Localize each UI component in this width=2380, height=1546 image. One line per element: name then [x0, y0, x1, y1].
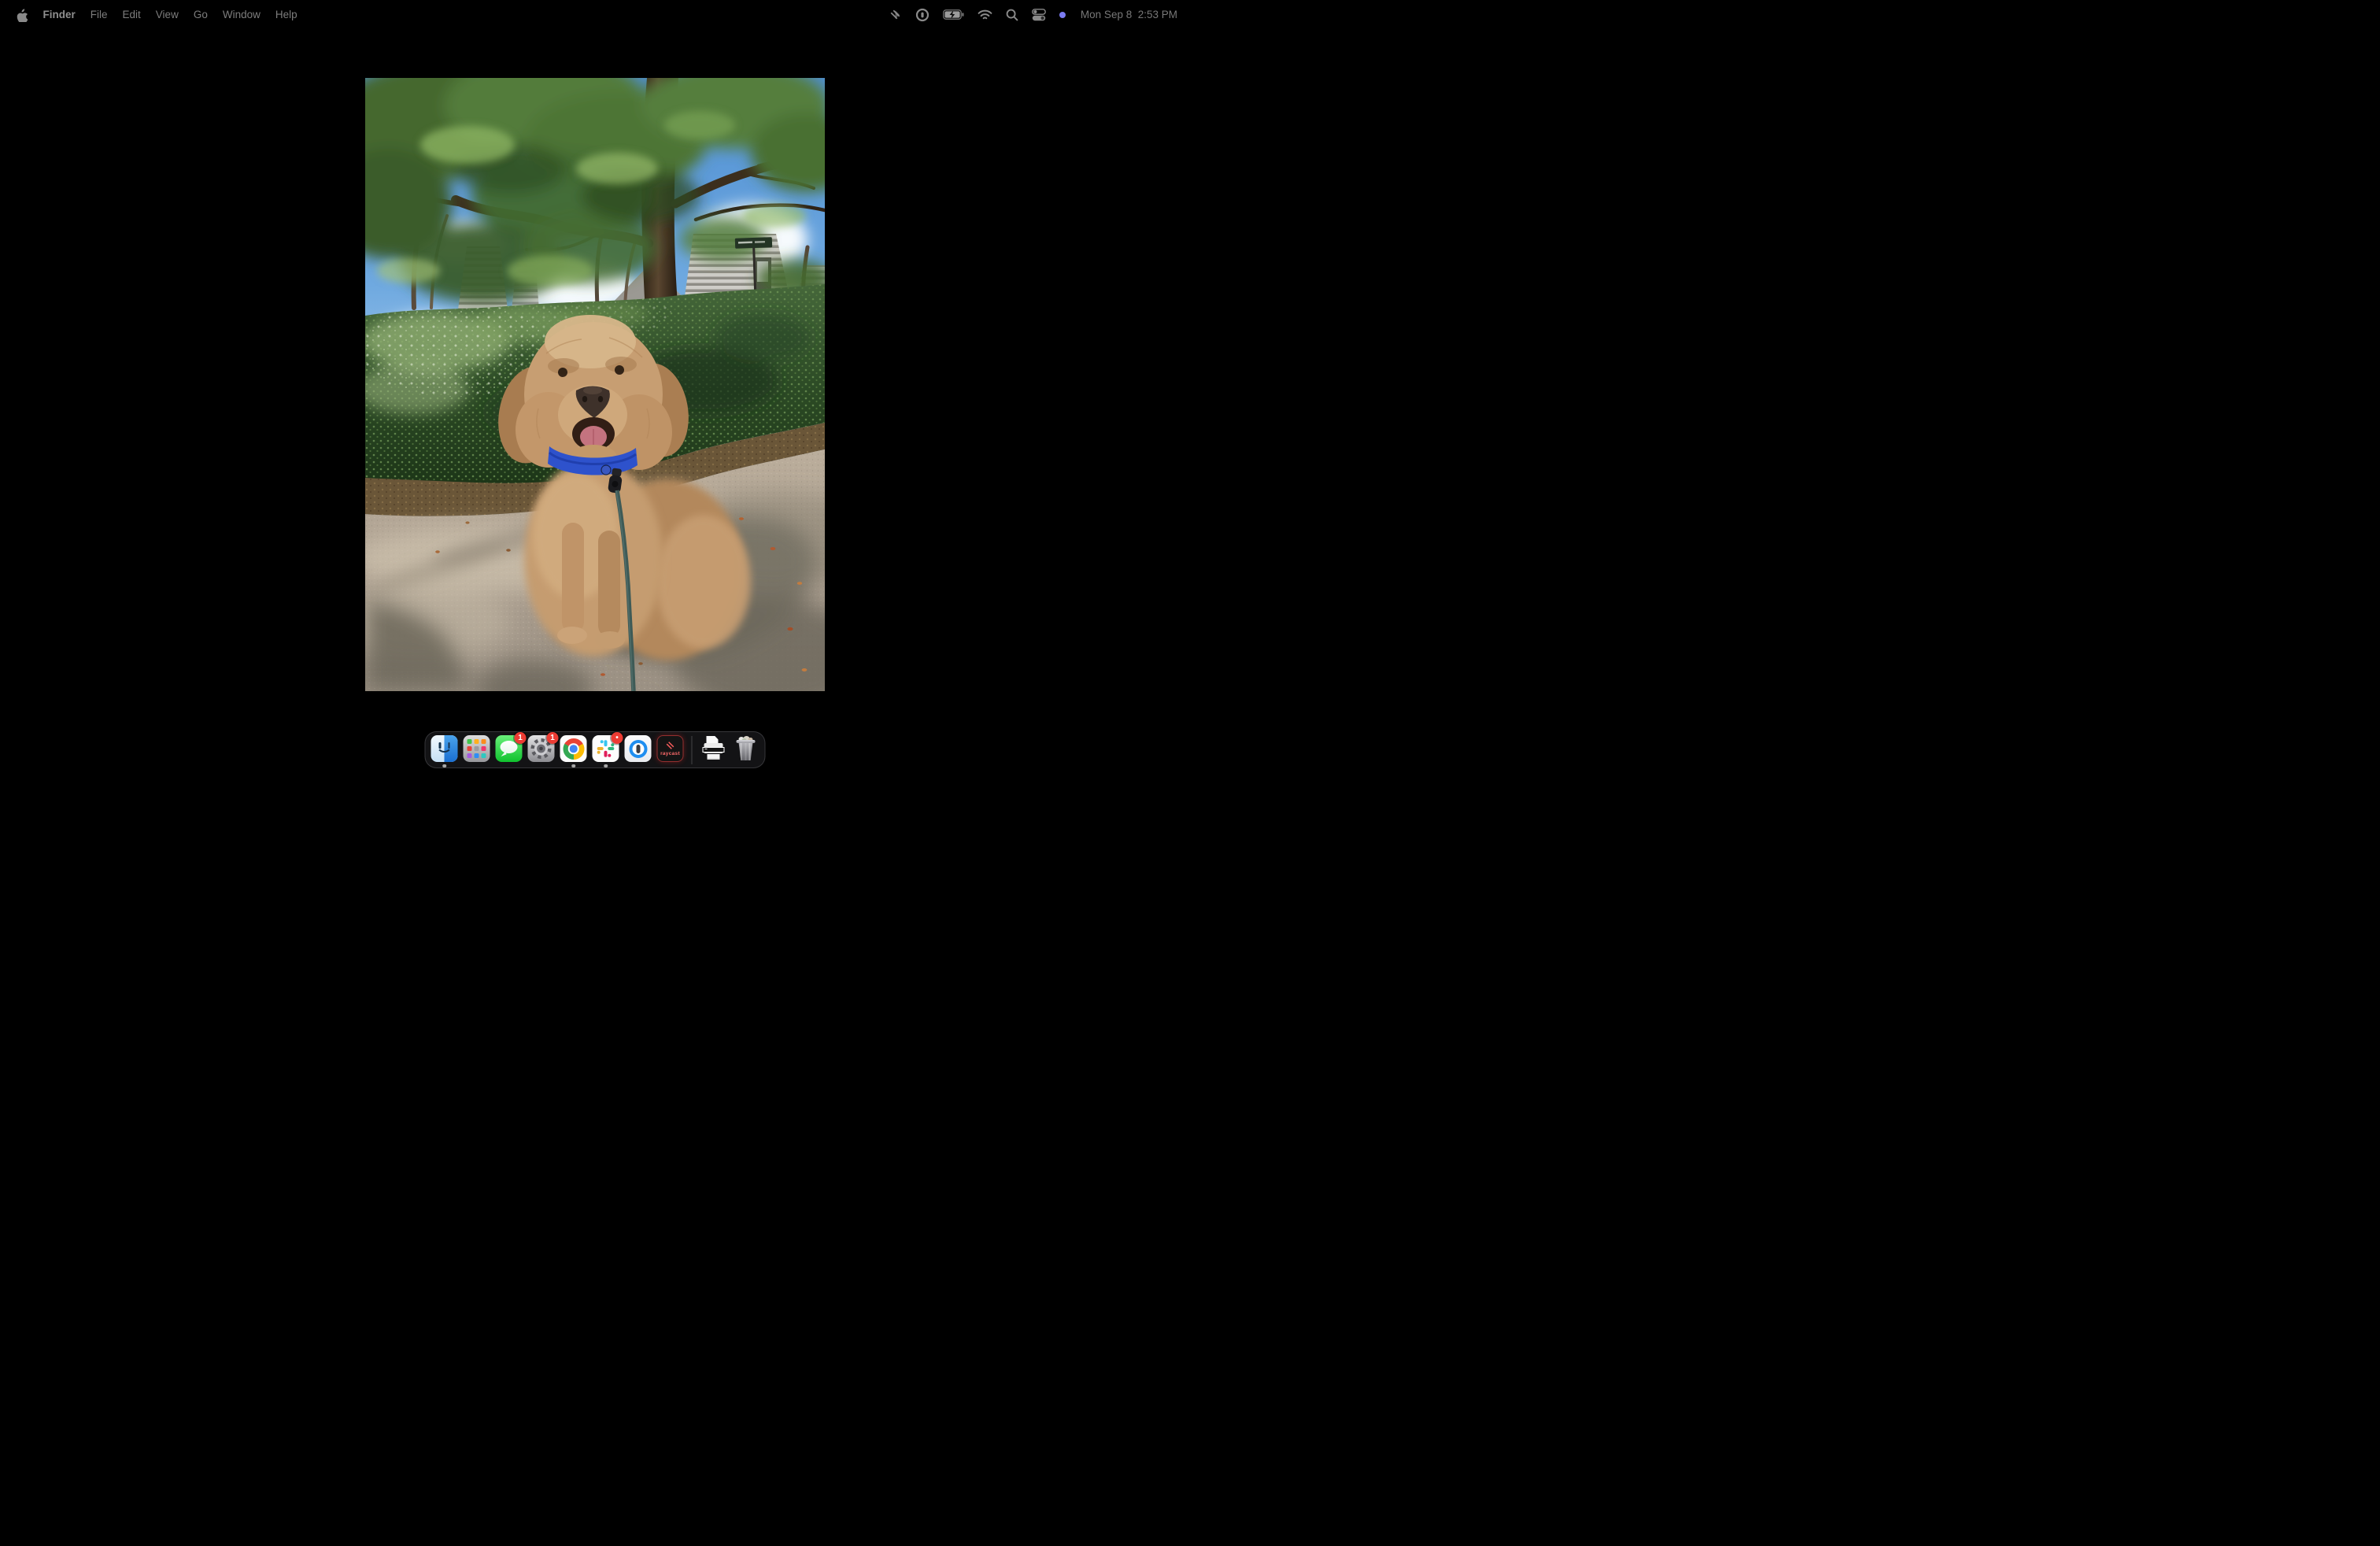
- menu-window[interactable]: Window: [215, 9, 268, 20]
- desktop: Finder File Edit View Go Window Help: [0, 0, 1190, 773]
- dock-item-system-settings[interactable]: 1: [528, 735, 555, 762]
- settings-badge: 1: [547, 732, 559, 744]
- menu-bar-clock[interactable]: Mon Sep 8 2:53 PM: [1081, 9, 1177, 20]
- raycast-glyph: [665, 740, 676, 751]
- messages-badge: 1: [515, 732, 527, 744]
- dock-item-chrome[interactable]: [560, 735, 587, 762]
- dock: 1 1: [425, 731, 766, 768]
- menu-help[interactable]: Help: [268, 9, 305, 20]
- menu-view[interactable]: View: [148, 9, 186, 20]
- menu-bar: Finder File Edit View Go Window Help: [0, 0, 1190, 29]
- dock-item-slack[interactable]: •: [593, 735, 619, 762]
- dog-photo-illustration: [365, 78, 825, 691]
- menu-file[interactable]: File: [83, 9, 115, 20]
- launchpad-icon: [464, 735, 490, 762]
- control-center-icon[interactable]: [1032, 9, 1046, 21]
- dock-item-printer[interactable]: [700, 735, 727, 762]
- raycast-menubar-icon[interactable]: [889, 8, 902, 21]
- running-indicator: [442, 764, 446, 768]
- slack-badge: •: [612, 732, 623, 744]
- trash-full-icon: [733, 735, 759, 762]
- running-indicator: [571, 764, 575, 768]
- menu-app-name[interactable]: Finder: [35, 9, 83, 20]
- menu-bar-left: Finder File Edit View Go Window Help: [0, 8, 305, 22]
- 1password-icon: [625, 735, 652, 762]
- 1password-menubar-icon[interactable]: [915, 8, 929, 22]
- apple-icon: [16, 8, 28, 22]
- wallpaper-photo: [365, 78, 825, 691]
- focus-indicator-dot[interactable]: [1059, 12, 1066, 18]
- menu-bar-status: Mon Sep 8 2:53 PM: [889, 8, 1190, 22]
- spotlight-icon[interactable]: [1006, 9, 1018, 21]
- dock-separator: [692, 736, 693, 764]
- dock-item-1password[interactable]: [625, 735, 652, 762]
- printer-icon: [700, 735, 727, 762]
- finder-icon: [431, 735, 458, 762]
- raycast-icon: raycast: [657, 735, 684, 762]
- raycast-label: raycast: [660, 752, 680, 757]
- battery-icon[interactable]: [943, 9, 964, 20]
- dock-item-finder[interactable]: [431, 735, 458, 762]
- menu-edit[interactable]: Edit: [115, 9, 148, 20]
- apple-menu[interactable]: [14, 8, 35, 22]
- dock-item-trash[interactable]: [733, 735, 759, 762]
- dock-item-raycast[interactable]: raycast: [657, 735, 684, 762]
- dock-item-messages[interactable]: 1: [496, 735, 523, 762]
- dock-item-launchpad[interactable]: [464, 735, 490, 762]
- chrome-icon: [560, 735, 587, 762]
- running-indicator: [604, 764, 608, 768]
- wifi-icon[interactable]: [978, 9, 992, 20]
- menu-go[interactable]: Go: [186, 9, 215, 20]
